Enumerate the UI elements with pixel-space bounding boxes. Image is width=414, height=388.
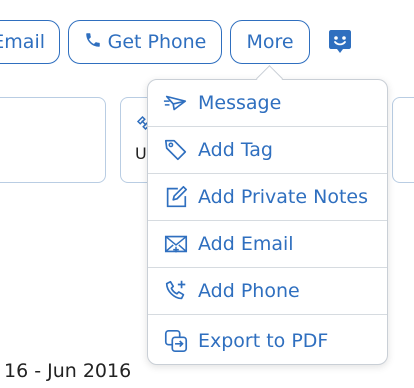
- menu-item-label: Add Tag: [198, 139, 273, 161]
- more-label: More: [246, 31, 294, 53]
- menu-item-label: Add Phone: [198, 280, 300, 302]
- date-range: 16 - Jun 2016: [4, 360, 132, 382]
- get-phone-label: Get Phone: [107, 31, 207, 53]
- more-button[interactable]: More: [230, 20, 310, 64]
- menu-item-add-phone[interactable]: Add Phone: [148, 268, 387, 315]
- email-button[interactable]: Email: [0, 20, 60, 64]
- card-middle-text: U: [135, 144, 147, 163]
- menu-item-label: Message: [198, 92, 282, 114]
- tag-icon: [162, 136, 190, 164]
- menu-item-label: Add Private Notes: [198, 186, 368, 208]
- menu-item-label: Add Email: [198, 233, 294, 255]
- menu-item-label: Export to PDF: [198, 329, 329, 352]
- info-card-right: [392, 97, 414, 183]
- menu-item-add-email[interactable]: Add Email: [148, 221, 387, 268]
- email-button-label: Email: [0, 31, 45, 53]
- more-dropdown-menu: Message Add Tag Add Private Notes Add Em…: [147, 79, 388, 365]
- chatbot-icon[interactable]: [328, 29, 352, 55]
- phone-plus-icon: [162, 277, 190, 305]
- phone-icon: [84, 30, 102, 55]
- menu-item-add-tag[interactable]: Add Tag: [148, 127, 387, 174]
- envelope-plus-icon: [162, 230, 190, 258]
- menu-item-export-pdf[interactable]: Export to PDF: [148, 317, 387, 364]
- export-icon: [162, 327, 190, 355]
- paper-plane-icon: [162, 89, 190, 117]
- edit-note-icon: [162, 183, 190, 211]
- menu-item-add-private-notes[interactable]: Add Private Notes: [148, 174, 387, 221]
- get-phone-button[interactable]: Get Phone: [68, 20, 222, 64]
- info-card-left: [0, 97, 106, 183]
